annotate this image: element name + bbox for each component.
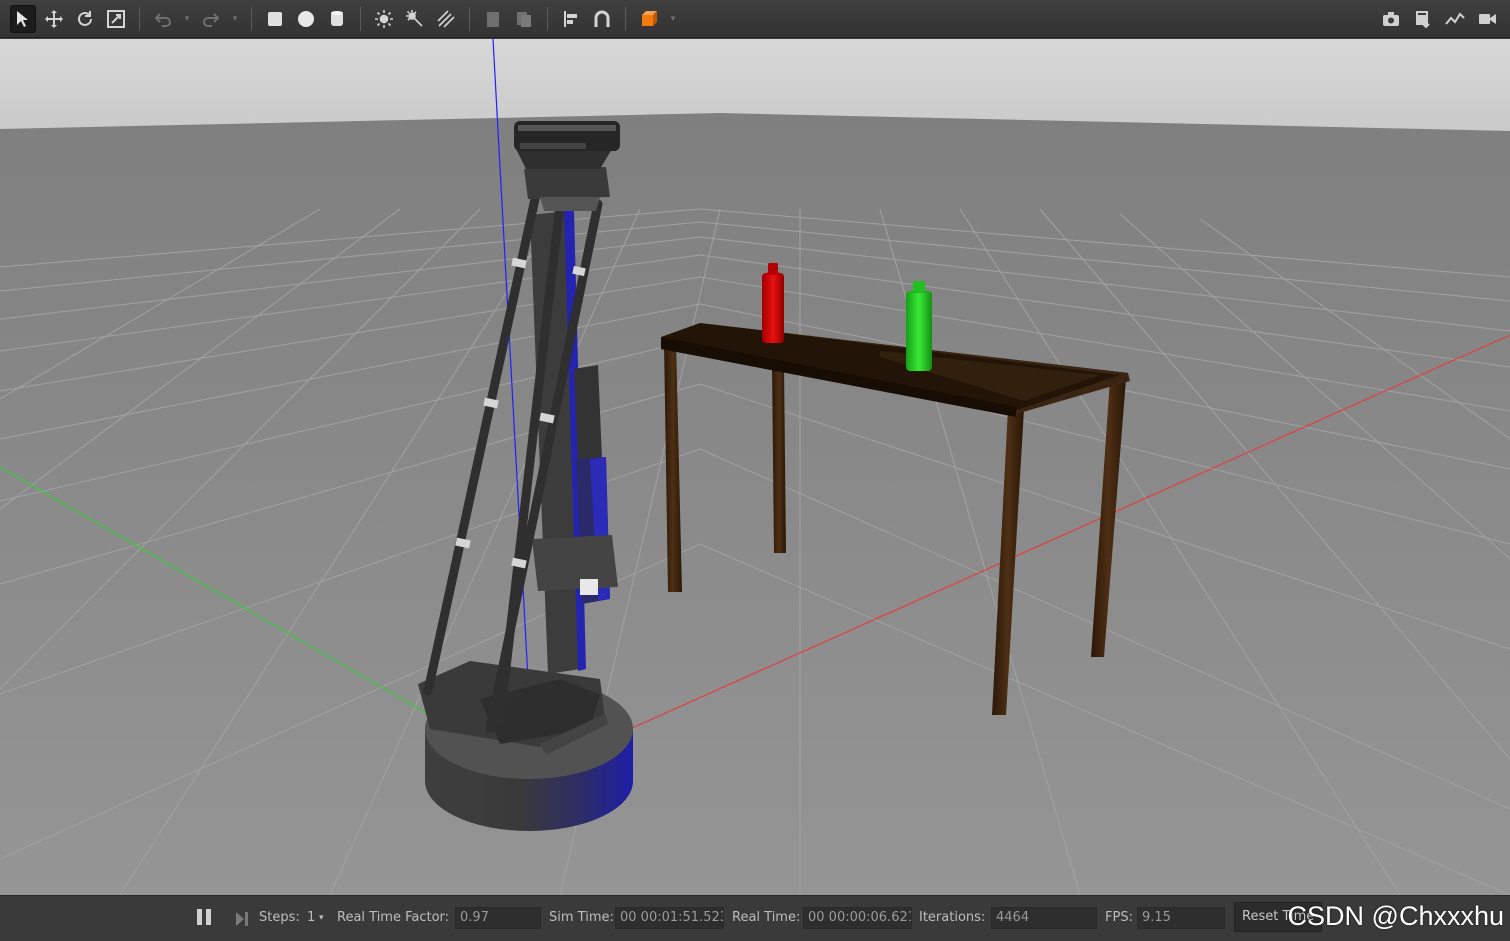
point-light-icon[interactable] — [371, 5, 397, 33]
red-bottle-model[interactable] — [762, 263, 784, 343]
toolbar-separator — [469, 6, 470, 31]
sim-time-field: 00 00:01:51.523 — [615, 907, 724, 929]
status-bar: Steps: 1 ▾ Real Time Factor: 0.97 Sim Ti… — [0, 895, 1510, 941]
real-time-label: Real Time: — [732, 910, 801, 925]
fps-label: FPS: — [1105, 910, 1133, 925]
toolbar-separator — [360, 6, 361, 31]
real-time-factor-label: Real Time Factor: — [337, 910, 450, 925]
copy-icon[interactable] — [480, 5, 506, 33]
view-angle-dropdown[interactable]: ▾ — [667, 5, 679, 33]
toolbar-separator — [251, 6, 252, 31]
toolbar-separator — [139, 6, 140, 31]
directional-light-icon[interactable] — [433, 5, 459, 33]
ground-plane — [0, 113, 1510, 895]
scale-icon[interactable] — [103, 5, 129, 33]
toolbar-separator — [547, 6, 548, 31]
redo-icon[interactable] — [198, 5, 224, 33]
log-icon[interactable] — [1410, 5, 1436, 33]
toolbar-right-tools — [1378, 0, 1500, 38]
steps-dropdown-icon[interactable]: ▾ — [319, 913, 324, 923]
camera-icon[interactable] — [1378, 5, 1404, 33]
rotate-icon[interactable] — [72, 5, 98, 33]
align-icon[interactable] — [558, 5, 584, 33]
step-icon[interactable] — [233, 909, 251, 929]
spot-light-icon[interactable] — [402, 5, 428, 33]
cylinder-icon[interactable] — [324, 5, 350, 33]
steps-label: Steps: — [259, 910, 300, 925]
sphere-icon[interactable] — [293, 5, 319, 33]
main-toolbar: ▾ ▾ ▾ — [0, 0, 1510, 38]
green-bottle-model[interactable] — [906, 281, 932, 371]
iterations-label: Iterations: — [919, 910, 986, 925]
pause-icon[interactable] — [194, 909, 214, 929]
mode-tools: ▾ ▾ ▾ — [10, 0, 679, 38]
fps-field: 9.15 — [1137, 907, 1225, 929]
video-camera-icon[interactable] — [1474, 5, 1500, 33]
scene-render — [0, 39, 1510, 895]
paste-icon[interactable] — [511, 5, 537, 33]
arrow-cursor-icon[interactable] — [10, 4, 36, 33]
box-icon[interactable] — [262, 5, 288, 33]
redo-history-dropdown[interactable]: ▾ — [229, 5, 241, 33]
steps-value[interactable]: 1 — [307, 910, 315, 925]
undo-history-dropdown[interactable]: ▾ — [181, 5, 193, 33]
scene-viewport[interactable] — [0, 39, 1510, 895]
sim-time-label: Sim Time: — [549, 910, 614, 925]
view-cube-icon[interactable] — [636, 5, 662, 33]
plot-icon[interactable] — [1442, 5, 1468, 33]
real-time-factor-field: 0.97 — [455, 907, 541, 929]
iterations-field: 4464 — [991, 907, 1097, 929]
magnet-icon[interactable] — [589, 5, 615, 33]
toolbar-separator — [625, 6, 626, 31]
watermark-text: CSDN @Chxxxhu — [1287, 901, 1504, 931]
real-time-field: 00 00:00:06.621 — [803, 907, 912, 929]
undo-icon[interactable] — [150, 5, 176, 33]
move-icon[interactable] — [41, 5, 67, 33]
